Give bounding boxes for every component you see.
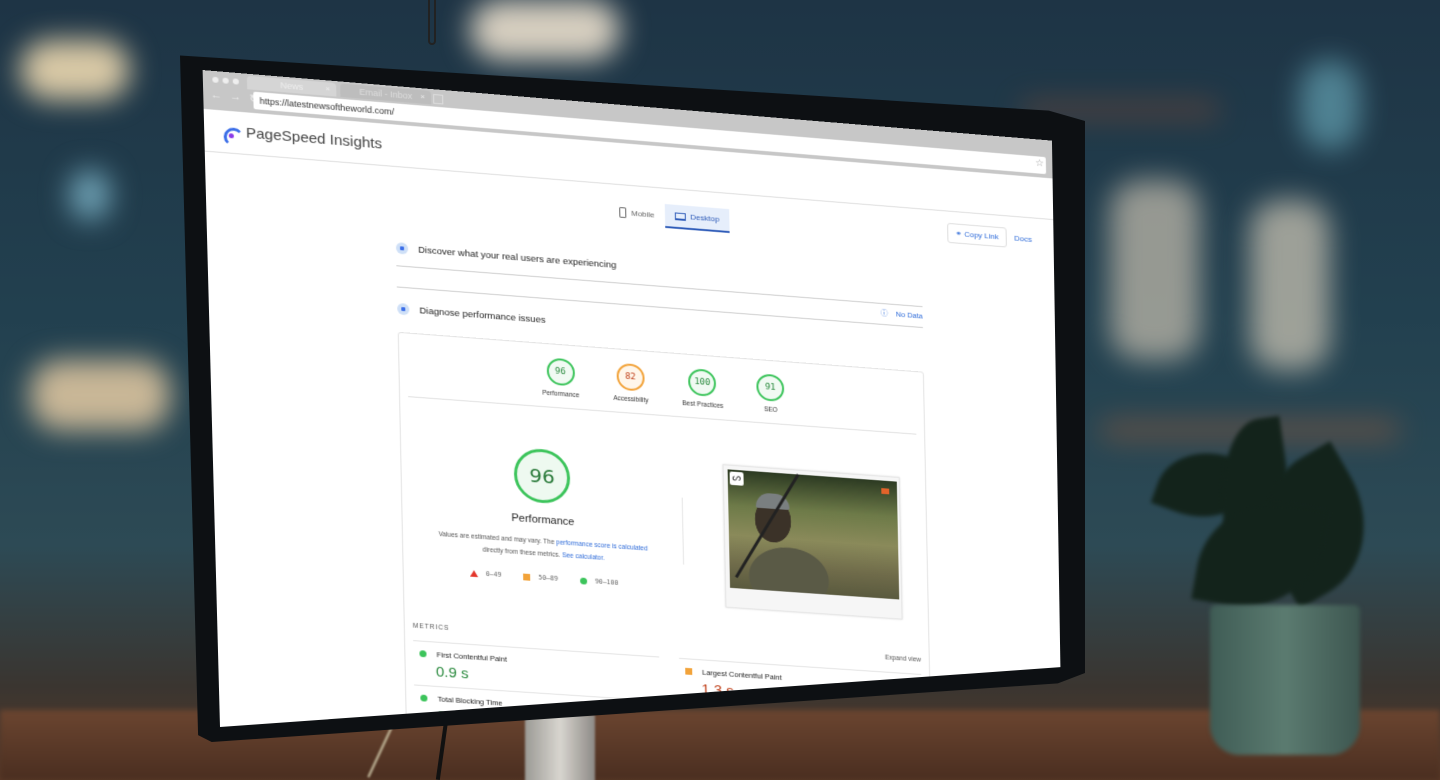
info-icon[interactable]: ⓘ: [880, 308, 889, 319]
browser-window: News × Email - Inbox × ← → ↻ https://lat…: [202, 70, 1061, 727]
header-actions: ⚭ Copy Link Docs: [947, 222, 1032, 250]
note-text: directly from these metrics.: [482, 546, 563, 559]
expand-view-button[interactable]: Expand view: [885, 655, 921, 664]
orange-badge: [881, 488, 890, 495]
legend-pass: 90–100: [579, 576, 619, 587]
pass-circle-icon: [420, 694, 428, 702]
gauge-seo[interactable]: 91 SEO: [756, 373, 785, 414]
tab-label: Email - Inbox: [359, 86, 413, 101]
score-calculated-link[interactable]: performance score is calculated: [556, 539, 648, 552]
section-title: Diagnose performance issues: [419, 305, 546, 326]
close-tab-icon[interactable]: ×: [325, 84, 330, 93]
tab-mobile[interactable]: Mobile: [609, 200, 665, 228]
monitor-screen: News × Email - Inbox × ← → ↻ https://lat…: [202, 62, 1061, 727]
section-title: Discover what your real users are experi…: [418, 244, 617, 271]
tab-label: News: [280, 80, 304, 92]
bookmark-star-icon[interactable]: ☆: [1035, 158, 1044, 169]
docs-link[interactable]: Docs: [1014, 234, 1032, 244]
gauge-label: Best Practices: [682, 400, 724, 410]
final-screenshot[interactable]: ᔕ: [722, 464, 903, 620]
performance-summary: 96 Performance Values are estimated and …: [401, 439, 684, 591]
lab-icon: [397, 302, 410, 316]
copy-link-button[interactable]: ⚭ Copy Link: [947, 222, 1007, 248]
bokeh-light: [70, 170, 110, 220]
score-legend: 0–49 50–89 90–100: [404, 564, 684, 591]
score-ring: 91: [756, 373, 785, 403]
gauge-label: SEO: [763, 406, 778, 414]
legend-fail: 0–49: [469, 569, 502, 579]
square-icon: [523, 573, 531, 581]
new-tab-button[interactable]: [433, 94, 444, 105]
metrics-title: METRICS: [412, 622, 450, 632]
metric-label: First Contentful Paint: [436, 650, 507, 664]
pass-circle-icon: [419, 650, 427, 658]
legend-range: 50–89: [538, 573, 559, 583]
triangle-icon: [469, 569, 478, 577]
score-ring: 100: [688, 368, 717, 398]
monitor-stand: [525, 715, 595, 780]
pagespeed-logo-icon: [223, 125, 240, 140]
note-text: Values are estimated and may vary. The: [438, 531, 557, 547]
gauge-accessibility[interactable]: 82 Accessibility: [613, 362, 649, 404]
tab-desktop[interactable]: Desktop: [664, 203, 730, 234]
plant-pot: [1210, 605, 1360, 755]
bokeh-light: [30, 360, 170, 430]
metric-label: Total Blocking Time: [437, 694, 503, 708]
fishing-rod: [734, 473, 800, 579]
forward-icon[interactable]: →: [230, 91, 241, 105]
window-controls[interactable]: [212, 76, 239, 85]
divider: [681, 497, 685, 565]
lab-report-card: 96 Performance 82 Accessibility 100 Best…: [397, 331, 933, 727]
app-title: PageSpeed Insights: [245, 124, 383, 153]
tab-label: Mobile: [631, 208, 655, 220]
score-ring: 96: [546, 357, 575, 387]
gauge-label: Accessibility: [613, 395, 649, 405]
see-calculator-link[interactable]: See calculator.: [562, 552, 605, 562]
bokeh-light: [1110, 180, 1200, 360]
back-icon[interactable]: ←: [211, 89, 222, 103]
legend-range: 90–100: [594, 577, 619, 587]
nav-buttons: ← → ↻: [211, 89, 259, 106]
gauge-performance[interactable]: 96 Performance: [542, 357, 580, 400]
site-logo-icon: ᔕ: [729, 471, 744, 486]
bokeh-light: [20, 40, 130, 100]
report-content: Discover what your real users are experi…: [395, 221, 933, 727]
metric-label: Largest Contentful Paint: [702, 667, 782, 682]
tab-label: Desktop: [690, 212, 720, 224]
circle-icon: [579, 576, 588, 585]
legend-range: 0–49: [485, 569, 502, 579]
screenshot-image: ᔕ: [727, 469, 900, 600]
copy-link-label: Copy Link: [963, 229, 999, 242]
average-square-icon: [685, 667, 693, 675]
gauge-label: Performance: [542, 389, 580, 400]
no-data-label: No Data: [895, 309, 923, 321]
users-icon: [395, 242, 409, 255]
close-tab-icon[interactable]: ×: [420, 92, 425, 101]
laptop-icon: [674, 211, 686, 221]
legend-average: 50–89: [523, 573, 558, 583]
bokeh-light: [1300, 60, 1360, 150]
gauge-best-practices[interactable]: 100 Best Practices: [682, 368, 724, 410]
phone-icon: [619, 207, 627, 219]
bokeh-light: [1250, 200, 1330, 370]
hanging-object: [428, 0, 436, 45]
score-ring: 82: [616, 362, 645, 392]
bokeh-light: [470, 0, 620, 60]
performance-score-gauge: 96: [513, 447, 571, 505]
form-factor-tabs: Mobile Desktop: [609, 200, 730, 234]
